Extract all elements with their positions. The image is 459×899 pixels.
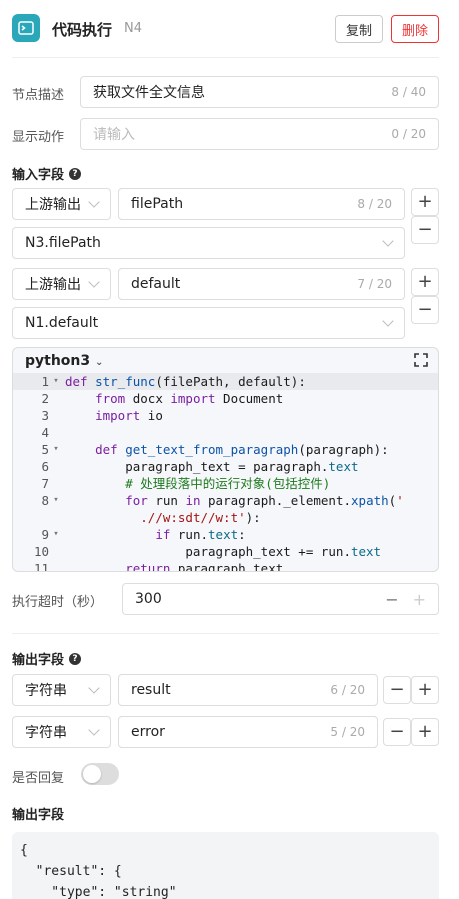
code-editor[interactable]: python3 ⌄ 1 ▾ def str_func(filePath, defau… [12, 347, 439, 572]
reply-toggle[interactable] [81, 763, 119, 785]
copy-button[interactable]: 复制 [335, 15, 383, 43]
input-ref-value-1: N3.filePath [25, 235, 101, 251]
reply-label: 是否回复 [12, 771, 65, 786]
code-lines: 1 ▾ def str_func(filePath, default): 2 fro… [13, 373, 438, 572]
code-line: 7 # 处理段落中的运行对象(包括控件) [41, 476, 331, 491]
chevron-down-icon [88, 724, 100, 736]
input-source-select-1[interactable]: 上游输出 [12, 188, 111, 220]
input-section-label: 输入字段 [12, 168, 65, 183]
input-ref-value-2: N1.default [25, 315, 99, 331]
node-desc-value: 获取文件全文信息 [93, 85, 205, 101]
output-name-field-1[interactable]: result 6 / 20 [118, 674, 378, 706]
remove-input-button-2[interactable]: − [411, 296, 439, 324]
header-divider [12, 57, 439, 58]
fold-icon: ▾ [53, 495, 59, 505]
json-line: "type": "string" [20, 885, 177, 899]
json-line: { [20, 843, 28, 858]
code-line: 8 ▾ for run in paragraph._element.xpath(' [41, 493, 404, 508]
display-action-count: 0 / 20 [391, 127, 426, 141]
code-line: .//w:sdt//w:t'): [140, 510, 261, 525]
chevron-down-icon [88, 682, 100, 694]
timeout-value: 300 [135, 591, 162, 607]
output-preview-title: 输出字段 [12, 808, 65, 823]
timeout-label: 执行超时（秒） [12, 595, 104, 610]
code-line: 9 ▾ if run.text: [41, 527, 246, 542]
input-name-value-1: filePath [131, 196, 184, 212]
output-name-field-2[interactable]: error 5 / 20 [118, 716, 378, 748]
terminal-icon [12, 14, 40, 42]
input-name-count-1: 8 / 20 [357, 197, 392, 211]
chevron-down-icon [88, 276, 100, 288]
code-line: 4 [41, 425, 49, 440]
fold-icon: ▾ [53, 444, 59, 454]
input-name-count-2: 7 / 20 [357, 277, 392, 291]
decrement-button[interactable]: − [385, 590, 398, 609]
add-output-button-1[interactable]: + [411, 676, 439, 704]
output-type-select-2[interactable]: 字符串 [12, 716, 111, 748]
input-name-field-1[interactable]: filePath 8 / 20 [118, 188, 405, 220]
output-name-count-1: 6 / 20 [330, 683, 365, 697]
code-line: 5 ▾ def get_text_from_paragraph(paragraph… [41, 442, 389, 457]
display-action-placeholder: 请输入 [93, 127, 135, 143]
node-id: N4 [124, 21, 142, 36]
output-name-value-2: error [131, 724, 165, 740]
chevron-down-icon [382, 315, 394, 327]
help-icon[interactable]: ? [69, 167, 82, 180]
input-ref-select-1[interactable]: N3.filePath [12, 227, 405, 259]
code-line: 11 return paragraph_text [33, 561, 284, 572]
output-type-select-1[interactable]: 字符串 [12, 674, 111, 706]
output-name-value-1: result [131, 682, 171, 698]
input-name-value-2: default [131, 276, 181, 292]
display-action-label: 显示动作 [12, 130, 65, 145]
code-line: 3 import io [41, 408, 163, 423]
expand-icon[interactable] [414, 353, 428, 367]
input-source-value-2: 上游输出 [25, 277, 81, 293]
display-action-input[interactable]: 请输入 0 / 20 [80, 118, 439, 150]
fold-icon: ▾ [53, 529, 59, 539]
remove-output-button-1[interactable]: − [383, 676, 411, 704]
input-source-select-2[interactable]: 上游输出 [12, 268, 111, 300]
chevron-down-icon [88, 196, 100, 208]
input-ref-select-2[interactable]: N1.default [12, 307, 405, 339]
increment-button[interactable]: + [413, 590, 426, 609]
remove-output-button-2[interactable]: − [383, 718, 411, 746]
toggle-knob [83, 765, 101, 783]
help-icon[interactable]: ? [69, 652, 82, 665]
output-section-title: 输出字段 ? [12, 649, 82, 668]
node-desc-label: 节点描述 [12, 88, 65, 103]
output-section-label: 输出字段 [12, 653, 65, 668]
fold-icon: ▾ [53, 376, 59, 386]
code-line: 2 from docx import Document [41, 391, 284, 406]
section-divider [12, 633, 439, 634]
input-name-field-2[interactable]: default 7 / 20 [118, 268, 405, 300]
output-type-value-1: 字符串 [25, 683, 67, 699]
node-desc-count: 8 / 40 [391, 85, 426, 99]
add-input-button-1[interactable]: + [411, 188, 439, 216]
code-line: 6 paragraph_text = paragraph.text [41, 459, 359, 474]
output-name-count-2: 5 / 20 [330, 725, 365, 739]
input-section-title: 输入字段 ? [12, 164, 82, 183]
node-title: 代码执行 [52, 21, 113, 39]
chevron-down-icon [382, 235, 394, 247]
json-line: "result": { [20, 864, 122, 879]
remove-input-button-1[interactable]: − [411, 216, 439, 244]
code-line: 1 ▾ def str_func(filePath, default): [13, 373, 438, 390]
add-input-button-2[interactable]: + [411, 268, 439, 296]
output-json-preview: { "result": { "type": "string" [12, 832, 439, 899]
language-select[interactable]: python3 ⌄ [25, 353, 103, 369]
delete-button[interactable]: 删除 [391, 15, 439, 43]
input-source-value-1: 上游输出 [25, 197, 81, 213]
code-line: 10 paragraph_text += run.text [33, 544, 382, 559]
chevron-down-icon: ⌄ [95, 357, 104, 368]
node-desc-input[interactable]: 获取文件全文信息 8 / 40 [80, 76, 439, 108]
language-value: python3 [25, 353, 91, 369]
add-output-button-2[interactable]: + [411, 718, 439, 746]
timeout-stepper[interactable]: 300 − + [122, 583, 439, 615]
output-type-value-2: 字符串 [25, 725, 67, 741]
